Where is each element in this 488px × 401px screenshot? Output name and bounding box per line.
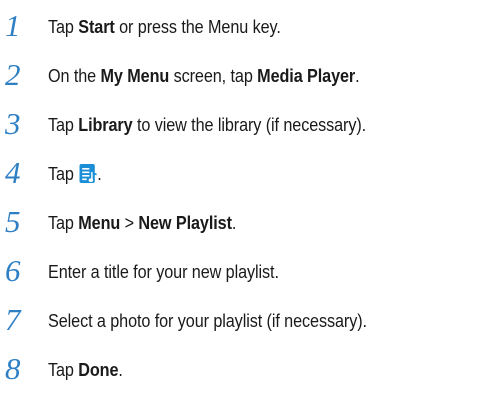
bold-term-done: Done	[78, 360, 119, 380]
step-6: 6 Enter a title for your new playlist.	[0, 253, 488, 299]
step-number: 8	[5, 351, 21, 386]
step-number: 4	[5, 155, 21, 190]
step-number: 7	[5, 302, 21, 337]
step-text: Tap.	[48, 164, 102, 184]
step-number: 6	[5, 253, 21, 288]
step-text: Enter a title for your new playlist.	[48, 262, 279, 282]
bold-term-library: Library	[78, 115, 133, 135]
bold-term-menu: Menu	[78, 213, 121, 233]
step-2: 2 On the My Menu screen, tap Media Playe…	[0, 57, 488, 103]
playlist-icon	[79, 164, 97, 183]
step-text: On the My Menu screen, tap Media Player.	[48, 66, 360, 86]
bold-term-start: Start	[78, 17, 115, 37]
bold-term-my-menu: My Menu	[100, 66, 170, 86]
step-text: Tap Library to view the library (if nece…	[48, 115, 367, 135]
bold-term-media-player: Media Player	[257, 66, 356, 86]
step-number: 2	[5, 57, 21, 92]
step-number: 5	[5, 204, 21, 239]
step-text: Tap Done.	[48, 360, 123, 380]
step-text: Tap Menu > New Playlist.	[48, 213, 237, 233]
step-7: 7 Select a photo for your playlist (if n…	[0, 302, 488, 348]
step-4: 4 Tap.	[0, 155, 488, 201]
step-text: Select a photo for your playlist (if nec…	[48, 311, 367, 331]
step-number: 1	[5, 8, 21, 43]
step-number: 3	[5, 106, 21, 141]
step-8: 8 Tap Done.	[0, 351, 488, 397]
step-3: 3 Tap Library to view the library (if ne…	[0, 106, 488, 152]
step-text: Tap Start or press the Menu key.	[48, 17, 281, 37]
bold-term-new-playlist: New Playlist	[138, 213, 232, 233]
step-5: 5 Tap Menu > New Playlist.	[0, 204, 488, 250]
step-1: 1 Tap Start or press the Menu key.	[0, 8, 488, 54]
